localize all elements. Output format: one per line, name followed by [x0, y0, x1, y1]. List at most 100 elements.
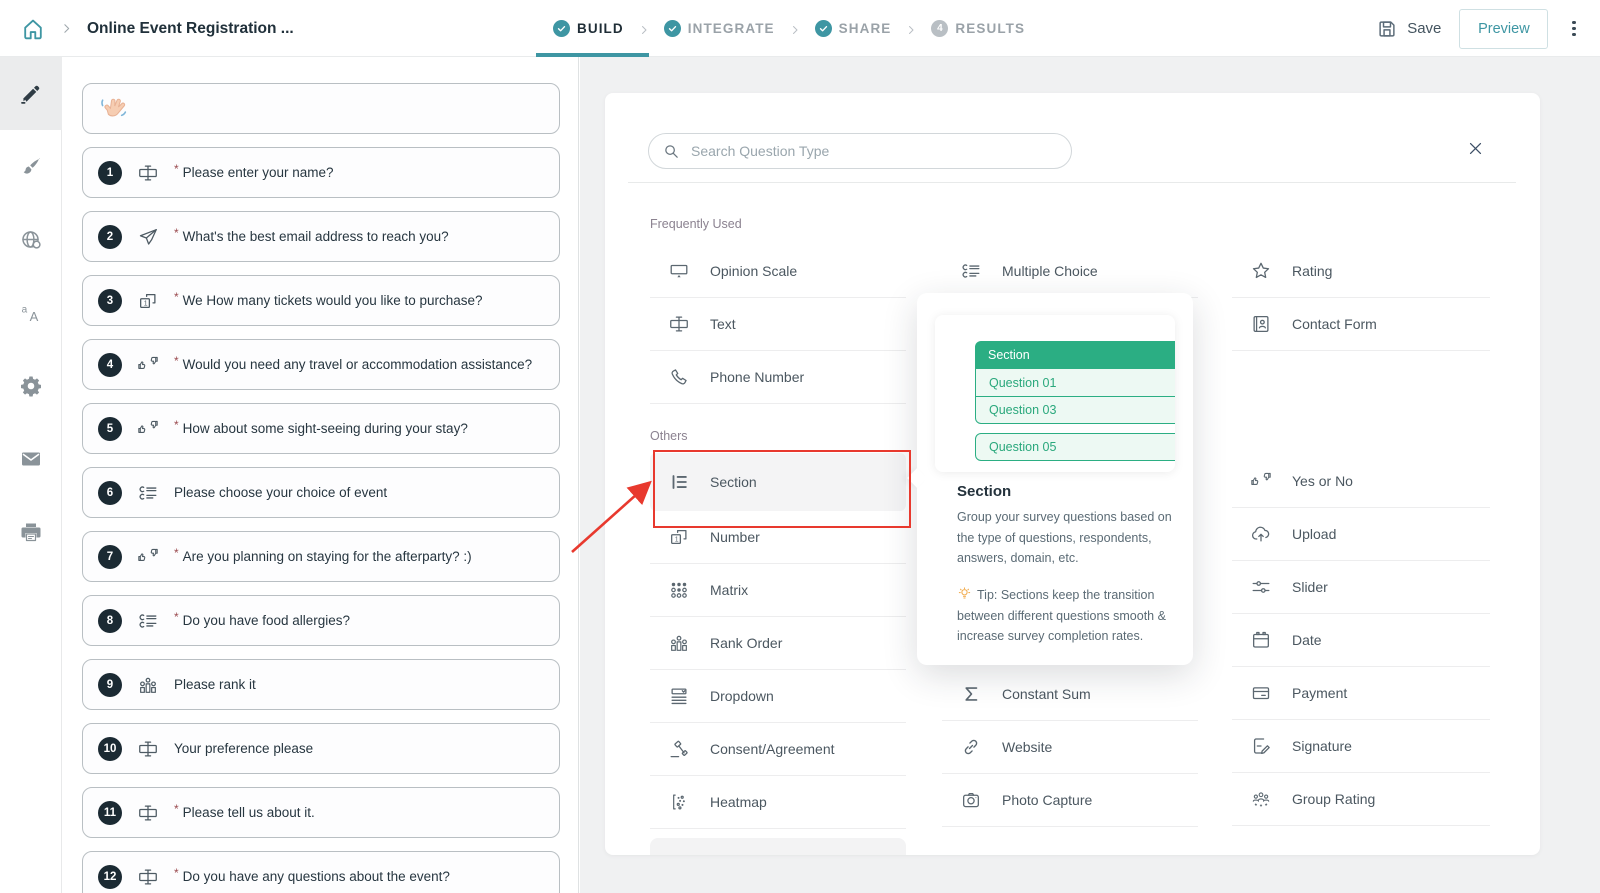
question-card-12[interactable]: 12*Do you have any questions about the e…: [82, 851, 560, 893]
gear-icon: [19, 374, 43, 398]
save-icon: [1376, 18, 1398, 40]
text-icon: [137, 866, 159, 888]
question-type-opinion-scale[interactable]: Opinion Scale: [650, 245, 906, 298]
sidebar-item-globe[interactable]: [0, 203, 62, 276]
breadcrumb: Online Event Registration ...: [20, 0, 294, 57]
step-share[interactable]: SHARE: [810, 0, 897, 57]
required-asterisk: *: [174, 290, 179, 304]
search-input[interactable]: [689, 142, 1057, 160]
question-type-text[interactable]: Text: [650, 298, 906, 351]
contact-form-icon: [1250, 313, 1272, 335]
question-type-rating[interactable]: Rating: [1232, 245, 1490, 298]
question-type-label: Number: [710, 529, 760, 545]
survey-title: Online Event Registration ...: [87, 20, 294, 38]
question-card-6[interactable]: 6Please choose your choice of event: [82, 467, 560, 518]
question-type-consent-agreement[interactable]: Consent/Agreement: [650, 723, 906, 776]
preview-button[interactable]: Preview: [1459, 9, 1548, 49]
question-type-label: Website: [1002, 739, 1052, 755]
svg-text:A: A: [30, 309, 39, 324]
question-card-10[interactable]: 10Your preference please: [82, 723, 560, 774]
question-card-4[interactable]: 4*Would you need any travel or accommoda…: [82, 339, 560, 390]
sidebar-item-translate[interactable]: aA: [0, 276, 62, 349]
step-build[interactable]: BUILD: [548, 0, 629, 57]
question-text: *Please tell us about it.: [174, 805, 315, 820]
question-type-label: Constant Sum: [1002, 686, 1091, 702]
top-bar: Online Event Registration ... BUILD INTEG…: [0, 0, 1600, 57]
question-type-heatmap[interactable]: Heatmap: [650, 776, 906, 829]
question-type-yes-or-no[interactable]: Yes or No: [1232, 455, 1490, 508]
preview-question-row: Question 03: [976, 396, 1175, 423]
question-type-group-rating[interactable]: Group Rating: [1232, 773, 1490, 826]
save-button[interactable]: Save: [1376, 18, 1441, 40]
question-number-badge: 5: [98, 417, 122, 441]
question-type-date[interactable]: Date: [1232, 614, 1490, 667]
sidebar-item-brush[interactable]: [0, 130, 62, 203]
question-number-badge: 8: [98, 609, 122, 633]
divider: [628, 182, 1516, 183]
step-results[interactable]: 4RESULTS: [926, 0, 1030, 57]
photo-icon: [960, 789, 982, 811]
question-type-slider[interactable]: Slider: [1232, 561, 1490, 614]
question-card-3[interactable]: 31*We How many tickets would you like to…: [82, 275, 560, 326]
question-type-label: Upload: [1292, 526, 1336, 542]
upload-icon: [1250, 523, 1272, 545]
required-asterisk: *: [174, 802, 179, 816]
question-type-label: Multiple Choice: [1002, 263, 1098, 279]
question-type-contact-form[interactable]: Contact Form: [1232, 298, 1490, 351]
question-type-label: Yes or No: [1292, 473, 1353, 489]
text-icon: [137, 802, 159, 824]
payment-icon: [1250, 682, 1272, 704]
question-type-multiple-choice[interactable]: Multiple Choice: [942, 245, 1198, 298]
header-actions: Save Preview: [1376, 0, 1582, 57]
step-separator-icon: [638, 23, 650, 35]
question-type-signature[interactable]: Signature: [1232, 720, 1490, 773]
sidebar-item-pencil[interactable]: [0, 57, 62, 130]
brush-icon: [19, 155, 43, 179]
question-card-8[interactable]: 8*Do you have food allergies?: [82, 595, 560, 646]
workflow-steps: BUILD INTEGRATE SHARE 4RESULTS: [548, 0, 1030, 57]
required-asterisk: *: [174, 610, 179, 624]
question-type-rank-order[interactable]: Rank Order: [650, 617, 906, 670]
question-type-phone-number[interactable]: Phone Number: [650, 351, 906, 404]
date-icon: [1250, 629, 1272, 651]
question-type-matrix[interactable]: Matrix: [650, 564, 906, 617]
question-type-photo-capture[interactable]: Photo Capture: [942, 774, 1198, 827]
check-circle-icon: [664, 20, 681, 37]
others-column-3: Yes or No Upload Slider Date PaymentSignatur…: [1232, 455, 1490, 826]
sidebar-item-mail[interactable]: [0, 422, 62, 495]
question-type-constant-sum[interactable]: Constant Sum: [942, 668, 1198, 721]
question-card-9[interactable]: 9Please rank it: [82, 659, 560, 710]
step-integrate[interactable]: INTEGRATE: [659, 0, 780, 57]
check-circle-icon: [815, 20, 832, 37]
home-icon[interactable]: [20, 16, 46, 42]
tooltip-tip: Tip: Sections keep the transition betwee…: [957, 585, 1177, 647]
question-number-badge: 3: [98, 289, 122, 313]
question-type-label: Opinion Scale: [710, 263, 797, 279]
question-card-7[interactable]: 7*Are you planning on staying for the af…: [82, 531, 560, 582]
step-separator-icon: [789, 23, 801, 35]
frequently-used-heading: Frequently Used: [650, 217, 742, 231]
required-asterisk: *: [174, 162, 179, 176]
question-text: *What's the best email address to reach …: [174, 229, 449, 244]
question-card-11[interactable]: 11*Please tell us about it.: [82, 787, 560, 838]
text-icon: [137, 162, 159, 184]
save-label: Save: [1407, 20, 1441, 37]
sidebar-item-printer[interactable]: [0, 495, 62, 568]
step-number-badge: 4: [931, 20, 948, 37]
sidebar-item-gear[interactable]: [0, 349, 62, 422]
more-options-icon[interactable]: [1566, 15, 1582, 43]
number-icon: 1: [137, 290, 159, 312]
question-card-2[interactable]: 2*What's the best email address to reach…: [82, 211, 560, 262]
welcome-card[interactable]: [82, 83, 560, 134]
close-icon[interactable]: [1467, 140, 1484, 157]
question-type-payment[interactable]: Payment: [1232, 667, 1490, 720]
question-card-5[interactable]: 5 *How about some sight-seeing during you…: [82, 403, 560, 454]
question-type-label: Date: [1292, 632, 1322, 648]
question-type-dropdown[interactable]: Dropdown: [650, 670, 906, 723]
question-type-upload[interactable]: Upload: [1232, 508, 1490, 561]
question-type-website[interactable]: Website: [942, 721, 1198, 774]
question-card-1[interactable]: 1*Please enter your name?: [82, 147, 560, 198]
question-text: *How about some sight-seeing during your…: [174, 421, 468, 436]
side-nav: aA: [0, 57, 62, 893]
section-tooltip: Section Question 01 Question 03 Question…: [917, 293, 1193, 665]
